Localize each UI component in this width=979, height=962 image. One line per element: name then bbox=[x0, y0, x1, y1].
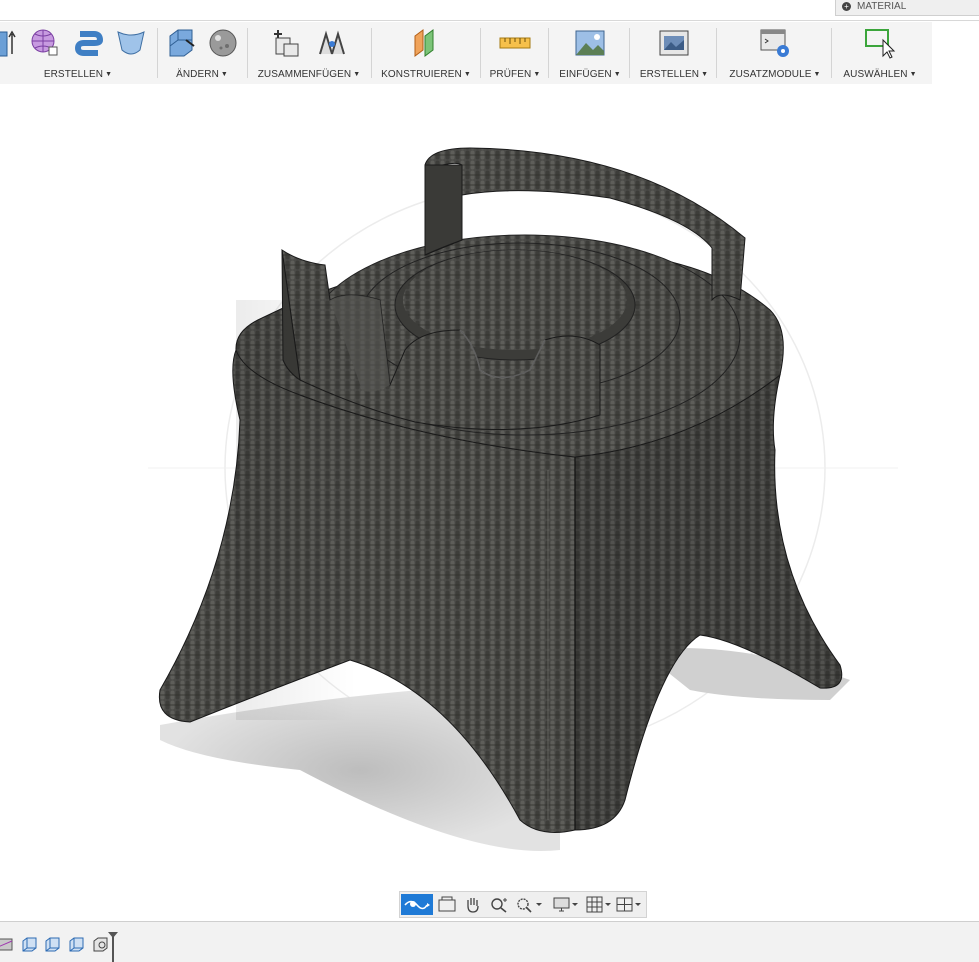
measure-icon[interactable] bbox=[498, 26, 532, 60]
toolbar-divider bbox=[247, 28, 248, 78]
grid-icon bbox=[586, 896, 611, 913]
navigation-bar bbox=[399, 891, 647, 918]
body-feature-icon[interactable] bbox=[20, 935, 38, 953]
caret-down-icon: ▼ bbox=[813, 71, 821, 78]
grid-settings-button[interactable] bbox=[584, 894, 614, 915]
joint-icon[interactable] bbox=[314, 26, 348, 60]
toolbar-divider bbox=[629, 28, 630, 78]
group-erstellen-2: ERSTELLEN ▼ bbox=[636, 22, 712, 84]
timeline-marker[interactable] bbox=[108, 930, 118, 962]
display-settings-button[interactable] bbox=[550, 894, 582, 915]
group-erstellen: ERSTELLEN ▼ bbox=[0, 22, 156, 84]
look-at-button[interactable] bbox=[434, 894, 460, 915]
press-pull-icon[interactable] bbox=[164, 26, 198, 60]
render-icon[interactable] bbox=[657, 26, 691, 60]
group-label-text: ZUSAMMENFÜGEN bbox=[257, 69, 352, 80]
toolbar-divider bbox=[716, 28, 717, 78]
group-einfuegen: EINFÜGEN ▼ bbox=[555, 22, 625, 84]
form-feature-icon[interactable] bbox=[0, 935, 14, 953]
plus-icon: + bbox=[842, 2, 851, 11]
group-label-text: ERSTELLEN bbox=[639, 69, 700, 80]
zoom-icon bbox=[491, 898, 507, 913]
group-erstellen-label[interactable]: ERSTELLEN ▼ bbox=[0, 69, 156, 80]
group-auswaehlen-label[interactable]: AUSWÄHLEN ▼ bbox=[836, 69, 924, 80]
group-aendern-label[interactable]: ÄNDERN ▼ bbox=[158, 69, 246, 80]
group-zusatzmodule-label[interactable]: ZUSATZMODULE ▼ bbox=[722, 69, 828, 80]
look-at-icon bbox=[438, 896, 456, 912]
group-pruefen-label[interactable]: PRÜFEN ▼ bbox=[485, 69, 545, 80]
toolbar-divider bbox=[548, 28, 549, 78]
group-zusammenfuegen: ZUSAMMENFÜGEN ▼ bbox=[250, 22, 368, 84]
group-label-text: AUSWÄHLEN bbox=[843, 69, 908, 80]
group-label-text: ÄNDERN bbox=[176, 69, 219, 80]
toolbar: ERSTELLEN ▼ ÄNDERN ▼ ZUSAMMENFÜGEN ▼ KONSTR… bbox=[0, 22, 932, 84]
group-label-text: EINFÜGEN bbox=[559, 69, 612, 80]
material-tab-label: MATERIAL bbox=[857, 1, 907, 12]
caret-down-icon: ▼ bbox=[463, 71, 471, 78]
tspline-box-icon[interactable] bbox=[28, 26, 62, 60]
body-feature-icon[interactable] bbox=[43, 935, 61, 953]
toolbar-divider bbox=[480, 28, 481, 78]
zoom-button[interactable] bbox=[486, 894, 512, 915]
appearance-icon[interactable] bbox=[206, 26, 240, 60]
new-component-icon[interactable] bbox=[270, 26, 304, 60]
top-strip bbox=[0, 0, 979, 21]
display-monitor-icon bbox=[553, 897, 578, 912]
body-feature-icon[interactable] bbox=[67, 935, 85, 953]
orbit-button[interactable] bbox=[401, 894, 433, 915]
material-tab[interactable]: + MATERIAL bbox=[835, 0, 979, 16]
group-label-text: ERSTELLEN bbox=[43, 69, 104, 80]
pipe-icon[interactable] bbox=[72, 26, 106, 60]
group-auswaehlen: AUSWÄHLEN ▼ bbox=[836, 22, 924, 84]
offset-plane-icon[interactable] bbox=[409, 26, 443, 60]
group-erstellen-2-label[interactable]: ERSTELLEN ▼ bbox=[636, 69, 712, 80]
caret-down-icon: ▼ bbox=[353, 71, 361, 78]
pan-hand-icon bbox=[467, 898, 479, 913]
group-pruefen: PRÜFEN ▼ bbox=[485, 22, 545, 84]
model-back-wall-edge bbox=[424, 164, 463, 256]
toolbar-divider bbox=[831, 28, 832, 78]
group-label-text: ZUSATZMODULE bbox=[729, 69, 812, 80]
orbit-icon bbox=[404, 900, 430, 910]
group-einfuegen-label[interactable]: EINFÜGEN ▼ bbox=[555, 69, 625, 80]
sketch-feature-icon[interactable] bbox=[91, 935, 109, 953]
toolbar-divider bbox=[371, 28, 372, 78]
viewports-icon bbox=[616, 897, 641, 912]
insert-image-icon[interactable] bbox=[573, 26, 607, 60]
model-render bbox=[148, 147, 898, 851]
timeline-bar bbox=[0, 921, 979, 962]
form-icon[interactable] bbox=[114, 26, 148, 60]
extrude-icon[interactable] bbox=[0, 26, 26, 60]
group-aendern: ÄNDERN ▼ bbox=[158, 22, 246, 84]
caret-down-icon: ▼ bbox=[613, 71, 621, 78]
scripts-addins-icon[interactable] bbox=[758, 26, 792, 60]
group-zusatzmodule: ZUSATZMODULE ▼ bbox=[722, 22, 828, 84]
group-zusammenfuegen-label[interactable]: ZUSAMMENFÜGEN ▼ bbox=[250, 69, 368, 80]
model-shading bbox=[236, 300, 356, 720]
canvas-viewport[interactable] bbox=[0, 84, 979, 920]
caret-down-icon: ▼ bbox=[701, 71, 709, 78]
group-konstruieren: KONSTRUIEREN ▼ bbox=[376, 22, 476, 84]
caret-down-icon: ▼ bbox=[909, 71, 917, 78]
group-label-text: KONSTRUIEREN bbox=[381, 69, 462, 80]
viewports-button[interactable] bbox=[614, 894, 644, 915]
group-label-text: PRÜFEN bbox=[489, 69, 532, 80]
caret-down-icon: ▼ bbox=[105, 71, 113, 78]
caret-down-icon: ▼ bbox=[533, 71, 541, 78]
fit-button[interactable] bbox=[512, 894, 546, 915]
fit-zoom-icon bbox=[517, 898, 542, 913]
pan-button[interactable] bbox=[460, 894, 486, 915]
group-konstruieren-label[interactable]: KONSTRUIEREN ▼ bbox=[376, 69, 476, 80]
caret-down-icon: ▼ bbox=[220, 71, 228, 78]
select-icon[interactable] bbox=[863, 26, 897, 60]
